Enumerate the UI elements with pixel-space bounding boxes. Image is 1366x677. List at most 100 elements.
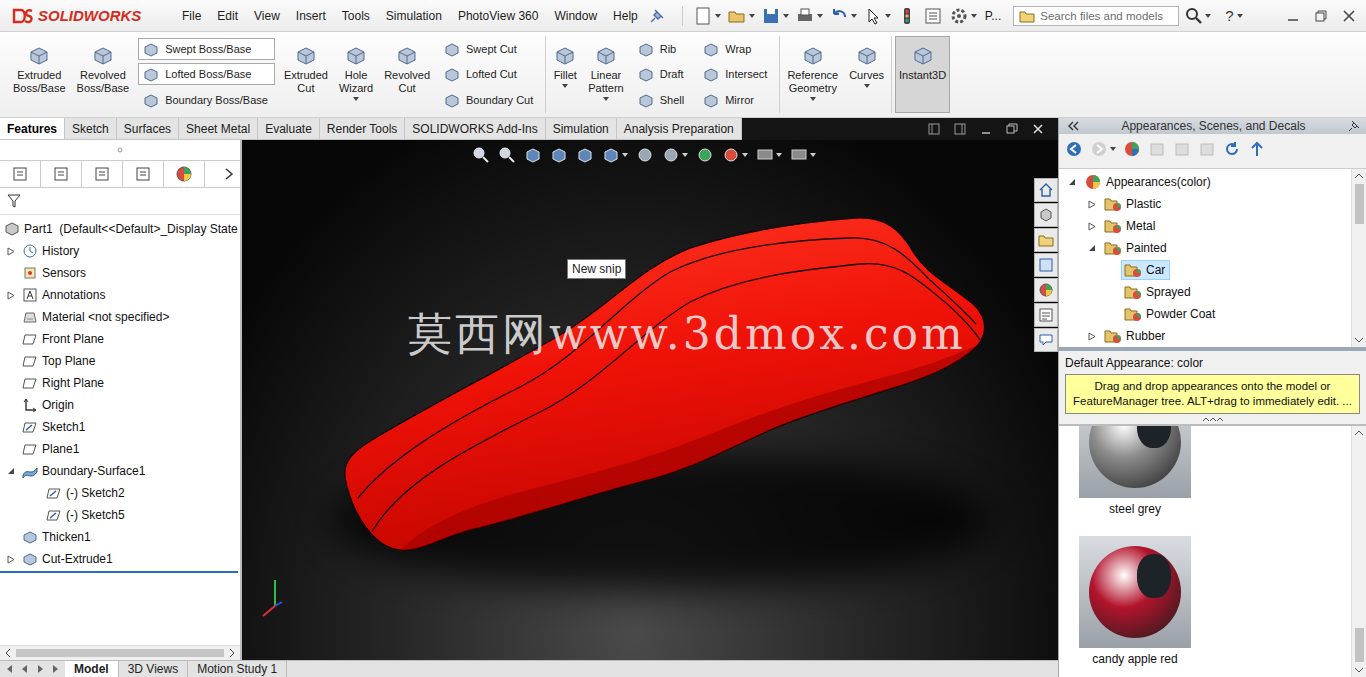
ribbon-small-button[interactable]: Swept Cut bbox=[439, 38, 540, 60]
menu-item[interactable]: Tools bbox=[334, 9, 378, 23]
expanded-arrow-icon[interactable] bbox=[1068, 178, 1076, 186]
help-button[interactable]: ? bbox=[1225, 7, 1233, 24]
task-pane-tab[interactable] bbox=[1034, 178, 1058, 202]
minimize-icon[interactable] bbox=[1286, 9, 1300, 23]
appearance-tree-item[interactable]: Appearances(color) bbox=[1059, 171, 1351, 193]
pane-splitter[interactable] bbox=[1059, 347, 1366, 351]
tree-item[interactable]: Right Plane bbox=[0, 372, 240, 394]
toolbar-button[interactable] bbox=[949, 6, 977, 26]
dropdown-caret-icon[interactable] bbox=[622, 153, 628, 157]
dropdown-caret-icon[interactable] bbox=[1205, 14, 1211, 18]
command-tab[interactable]: Analysis Preparation bbox=[617, 118, 742, 139]
tree-item[interactable]: History bbox=[0, 240, 240, 262]
filter-icon[interactable] bbox=[6, 193, 22, 209]
menu-item[interactable]: Simulation bbox=[378, 9, 450, 23]
task-pane-tab[interactable] bbox=[1034, 328, 1058, 352]
ribbon-small-button[interactable]: Rib bbox=[633, 38, 691, 60]
menu-item[interactable]: File bbox=[174, 9, 209, 23]
menu-item[interactable]: Window bbox=[546, 9, 605, 23]
command-tab[interactable]: Simulation bbox=[546, 118, 617, 139]
task-pane-tab[interactable] bbox=[1034, 303, 1058, 327]
command-tab[interactable]: SOLIDWORKS Add-Ins bbox=[405, 118, 545, 139]
dropdown-caret-icon[interactable] bbox=[353, 97, 359, 101]
menu-item[interactable]: PhotoView 360 bbox=[450, 9, 547, 23]
magnifier-icon[interactable] bbox=[1185, 7, 1203, 25]
tree-item[interactable]: Sketch1 bbox=[0, 416, 240, 438]
ribbon-button[interactable]: Hole Wizard bbox=[335, 36, 377, 113]
tree-item[interactable]: Top Plane bbox=[0, 350, 240, 372]
scroll-left-icon[interactable] bbox=[4, 648, 12, 658]
ribbon-small-button[interactable]: Wrap bbox=[698, 38, 774, 60]
ribbon-small-button[interactable]: Intersect bbox=[698, 63, 774, 85]
scroll-right-icon[interactable] bbox=[228, 648, 236, 658]
dropdown-caret-icon[interactable] bbox=[810, 97, 816, 101]
menu-item[interactable]: View bbox=[246, 9, 288, 23]
collapsed-arrow-icon[interactable] bbox=[7, 291, 15, 300]
appearance-node[interactable]: Rubber bbox=[1101, 326, 1170, 346]
dropdown-caret-icon[interactable] bbox=[742, 153, 748, 157]
ribbon-small-button[interactable]: Draft bbox=[633, 63, 691, 85]
tree-item[interactable]: Material <not specified> bbox=[0, 306, 240, 328]
tree-item[interactable]: (-) Sketch2 bbox=[0, 482, 240, 504]
ribbon-small-button[interactable]: Swept Boss/Base bbox=[138, 38, 275, 60]
view-tool-button[interactable] bbox=[722, 146, 748, 164]
dropdown-caret-icon[interactable] bbox=[971, 14, 977, 18]
collapsed-arrow-icon[interactable] bbox=[1088, 332, 1096, 341]
toolbar-button[interactable] bbox=[761, 6, 789, 26]
dropdown-caret-icon[interactable] bbox=[682, 153, 688, 157]
overflow-button[interactable]: P... bbox=[985, 9, 1001, 23]
view-tool-button[interactable] bbox=[696, 146, 714, 164]
ribbon-small-button[interactable]: Shell bbox=[633, 89, 691, 111]
appearance-tree-item[interactable]: Rubber bbox=[1059, 325, 1351, 347]
menu-item[interactable]: Help bbox=[605, 9, 646, 23]
dropdown-caret-icon[interactable] bbox=[562, 84, 568, 88]
close-icon[interactable] bbox=[1032, 123, 1044, 135]
ribbon-button[interactable]: Curves bbox=[845, 36, 888, 113]
tab-scroll-icon[interactable] bbox=[49, 663, 61, 675]
appearance-node[interactable]: Plastic bbox=[1101, 194, 1166, 214]
dropdown-caret-icon[interactable] bbox=[715, 14, 721, 18]
vertical-scrollbar[interactable] bbox=[1351, 426, 1366, 677]
scroll-thumb[interactable] bbox=[1355, 628, 1364, 662]
manager-tab[interactable] bbox=[82, 161, 123, 187]
toolbar-button[interactable] bbox=[795, 6, 823, 26]
command-tab[interactable]: Features bbox=[0, 118, 65, 139]
panel-gripper[interactable] bbox=[0, 140, 240, 160]
chevron-right-icon[interactable] bbox=[224, 168, 234, 180]
view-tool-button[interactable] bbox=[602, 146, 628, 164]
ribbon-button[interactable]: Fillet bbox=[549, 36, 581, 113]
collapsed-arrow-icon[interactable] bbox=[7, 555, 15, 564]
task-pane-tool[interactable] bbox=[1065, 140, 1083, 158]
tree-item[interactable]: Sensors bbox=[0, 262, 240, 284]
toolbar-button[interactable] bbox=[693, 6, 721, 26]
appearance-tree-item[interactable]: Plastic bbox=[1059, 193, 1351, 215]
ribbon-small-button[interactable]: Mirror bbox=[698, 89, 774, 111]
vertical-scrollbar[interactable] bbox=[1351, 169, 1366, 347]
manager-tab[interactable] bbox=[0, 161, 41, 187]
view-tool-button[interactable] bbox=[636, 146, 654, 164]
pin-icon[interactable] bbox=[650, 9, 664, 23]
appearance-node[interactable]: Powder Coat bbox=[1121, 304, 1220, 324]
scroll-down-icon[interactable] bbox=[1354, 666, 1364, 674]
tree-item[interactable]: Annotations bbox=[0, 284, 240, 306]
close-icon[interactable] bbox=[1342, 9, 1356, 23]
toolbar-button[interactable] bbox=[863, 6, 891, 26]
command-tab[interactable]: Render Tools bbox=[320, 118, 406, 139]
dropdown-caret-icon[interactable] bbox=[864, 84, 870, 88]
view-tool-button[interactable] bbox=[524, 146, 542, 164]
dropdown-caret-icon[interactable] bbox=[851, 14, 857, 18]
appearance-node[interactable]: Painted bbox=[1101, 238, 1172, 258]
ribbon-small-button[interactable]: Boundary Boss/Base bbox=[138, 89, 275, 111]
ribbon-button[interactable]: Instant3D bbox=[895, 36, 950, 113]
expanded-arrow-icon[interactable] bbox=[7, 467, 15, 475]
scroll-up-icon[interactable] bbox=[1354, 429, 1364, 437]
task-pane-tool[interactable] bbox=[1123, 140, 1141, 158]
collapsed-arrow-icon[interactable] bbox=[1088, 222, 1096, 231]
tab-scroll-icon[interactable] bbox=[19, 663, 31, 675]
manager-tab[interactable] bbox=[123, 161, 164, 187]
view-tool-button[interactable] bbox=[756, 146, 782, 164]
appearance-node[interactable]: Metal bbox=[1101, 216, 1160, 236]
appearance-swatch[interactable]: steel grey bbox=[1079, 426, 1191, 516]
car-model[interactable] bbox=[242, 140, 1034, 660]
dropdown-caret-icon[interactable] bbox=[1110, 147, 1116, 151]
